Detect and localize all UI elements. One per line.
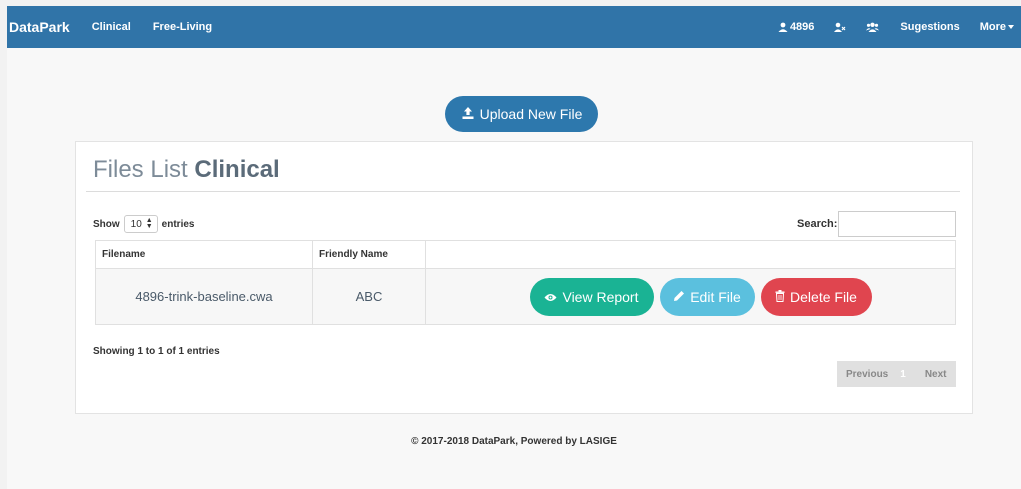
edit-file-button[interactable]: Edit File <box>659 277 755 316</box>
nav-suggestions[interactable]: Sugestions <box>900 21 959 33</box>
delete-file-label: Delete File <box>790 288 857 305</box>
nav-more-dropdown[interactable]: More <box>980 21 1014 33</box>
user-times-icon <box>834 22 846 32</box>
top-navbar: DataPark Clinical Free-Living 4896 Suges… <box>7 6 1021 48</box>
pagination-previous[interactable]: Previous <box>846 369 888 380</box>
caret-down-icon <box>1008 25 1014 29</box>
user-icon <box>778 22 788 32</box>
user-id: 4896 <box>789 21 815 33</box>
column-header-friendly-name[interactable]: Friendly Name <box>312 240 426 269</box>
search-input[interactable] <box>838 211 957 237</box>
users-icon <box>866 22 880 32</box>
page-length-control: Show 10 ▲ ▼ entries <box>93 215 194 233</box>
user-remove-button[interactable] <box>834 22 846 32</box>
page: DataPark Clinical Free-Living 4896 Suges… <box>7 6 1021 489</box>
files-table: Filename Friendly Name 4896-trink-baseli… <box>95 240 956 325</box>
view-report-label: View Report <box>562 288 639 305</box>
more-label: More <box>979 21 1006 33</box>
navbar-right: 4896 Sugestions More <box>778 6 1021 48</box>
nav-user-menu[interactable]: 4896 <box>778 21 814 33</box>
upload-label: Upload New File <box>479 106 583 122</box>
title-section: Clinical <box>194 156 280 183</box>
files-panel: Files List Clinical Show 10 ▲ ▼ entries S… <box>75 141 973 414</box>
search-control: Search: <box>797 211 957 237</box>
users-group-button[interactable] <box>866 22 880 32</box>
page-title: Files List Clinical <box>93 156 280 184</box>
entries-label: entries <box>161 218 195 230</box>
row-actions: View Report Edit File Delete File <box>426 277 955 316</box>
brand-logo[interactable]: DataPark <box>9 19 70 35</box>
column-header-actions <box>425 240 956 269</box>
pagination: Previous 1 Next <box>837 361 956 387</box>
upload-new-file-button[interactable]: Upload New File <box>445 96 598 132</box>
page-length-value: 10 <box>130 218 142 230</box>
show-label: Show <box>93 218 120 230</box>
title-divider <box>86 191 960 192</box>
search-label: Search: <box>797 218 838 230</box>
upload-icon <box>461 106 475 123</box>
edit-file-label: Edit File <box>690 288 741 305</box>
cell-actions: View Report Edit File Delete File <box>425 268 956 325</box>
updown-arrows-icon: ▲ ▼ <box>145 217 153 230</box>
pencil-icon <box>673 289 685 305</box>
footer: © 2017-2018 DataPark, Powered by LASIGE <box>411 436 617 447</box>
cell-filename: 4896-trink-baseline.cwa <box>95 268 313 325</box>
pagination-next[interactable]: Next <box>925 369 947 380</box>
delete-file-button[interactable]: Delete File <box>760 277 872 316</box>
column-header-filename[interactable]: Filename <box>95 240 313 269</box>
title-prefix: Files List <box>93 156 188 183</box>
table-info: Showing 1 to 1 of 1 entries <box>93 346 220 357</box>
nav-link-clinical[interactable]: Clinical <box>92 21 131 33</box>
eye-icon <box>544 289 557 305</box>
trash-icon <box>775 289 785 305</box>
page-length-select[interactable]: 10 ▲ ▼ <box>123 215 158 233</box>
cell-friendly-name: ABC <box>312 268 426 325</box>
view-report-button[interactable]: View Report <box>529 277 654 316</box>
table-header-row: Filename Friendly Name <box>95 240 956 269</box>
pagination-page-1[interactable]: 1 <box>900 369 906 380</box>
table-row: 4896-trink-baseline.cwa ABC View Report <box>95 268 956 325</box>
nav-link-free-living[interactable]: Free-Living <box>153 21 212 33</box>
